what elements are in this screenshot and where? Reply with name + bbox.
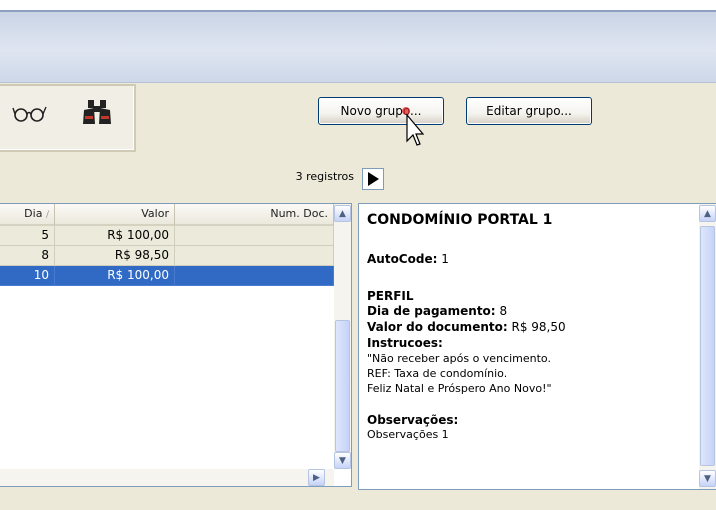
detail-vertical-scrollbar[interactable]: ▲ ▼ xyxy=(699,204,716,489)
table-row-selected[interactable]: 10 R$ 100,00 xyxy=(0,266,334,286)
instrucoes-label: Instrucoes: xyxy=(367,336,443,350)
scroll-up-button[interactable]: ▲ xyxy=(334,205,351,222)
dia-pagamento-line: Dia de pagamento: 8 xyxy=(367,304,507,318)
records-grid[interactable]: Dia ∕ Valor Num. Doc. 5 R$ 100,00 8 R$ 9… xyxy=(0,203,352,487)
cell-num-doc xyxy=(175,266,334,286)
sort-ascending-icon: ∕ xyxy=(45,210,49,220)
cell-dia: 5 xyxy=(0,226,55,246)
cell-dia: 10 xyxy=(0,266,55,286)
scroll-thumb[interactable] xyxy=(335,320,350,452)
dia-pagamento-label: Dia de pagamento: xyxy=(367,304,496,318)
column-header-num-doc[interactable]: Num. Doc. xyxy=(175,204,334,226)
instrucoes-line: "Não receber após o vencimento. xyxy=(367,352,551,365)
tool-panel xyxy=(0,84,136,152)
grid-horizontal-scrollbar[interactable]: ▶ xyxy=(0,469,334,486)
detail-title: CONDOMÍNIO PORTAL 1 xyxy=(367,212,553,228)
cell-num-doc xyxy=(175,226,334,246)
next-record-button[interactable] xyxy=(362,168,384,190)
editar-grupo-button[interactable]: Editar grupo... xyxy=(466,97,592,125)
table-row[interactable]: 8 R$ 98,50 xyxy=(0,246,334,266)
instrucoes-line: Feliz Natal e Próspero Ano Novo!" xyxy=(367,382,552,395)
valor-documento-label: Valor do documento: xyxy=(367,320,508,334)
autocode-label: AutoCode: xyxy=(367,252,438,266)
glasses-icon[interactable] xyxy=(12,102,48,131)
scroll-thumb[interactable] xyxy=(700,226,715,466)
mouse-cursor-icon xyxy=(402,103,425,152)
autocode-value: 1 xyxy=(441,252,449,266)
cell-num-doc xyxy=(175,246,334,266)
column-header-label: Dia xyxy=(24,207,43,220)
header-band xyxy=(0,10,716,83)
scroll-right-button[interactable]: ▶ xyxy=(308,469,325,486)
novo-grupo-button[interactable]: Novo grupo... xyxy=(318,97,444,125)
instrucoes-line: REF: Taxa de condomínio. xyxy=(367,367,508,380)
binoculars-icon[interactable] xyxy=(80,98,114,133)
valor-documento-value: R$ 98,50 xyxy=(511,320,566,334)
scroll-down-button[interactable]: ▼ xyxy=(334,452,351,469)
autocode-line: AutoCode: 1 xyxy=(367,252,449,266)
column-header-dia[interactable]: Dia ∕ xyxy=(0,204,55,226)
record-count: 3 registros xyxy=(295,170,354,183)
observacoes-label: Observações: xyxy=(367,413,459,427)
cell-dia: 8 xyxy=(0,246,55,266)
window-top-edge xyxy=(0,0,716,10)
perfil-heading: PERFIL xyxy=(367,289,414,303)
cell-valor: R$ 98,50 xyxy=(55,246,175,266)
detail-panel: CONDOMÍNIO PORTAL 1 AutoCode: 1 PERFIL D… xyxy=(358,203,716,490)
cell-valor: R$ 100,00 xyxy=(55,266,175,286)
observacoes-value: Observações 1 xyxy=(367,428,449,441)
scroll-down-button[interactable]: ▼ xyxy=(699,470,716,487)
cell-valor: R$ 100,00 xyxy=(55,226,175,246)
column-header-valor[interactable]: Valor xyxy=(55,204,175,226)
grid-vertical-scrollbar[interactable]: ▲ ▼ xyxy=(334,204,351,469)
dia-pagamento-value: 8 xyxy=(499,304,508,318)
valor-documento-line: Valor do documento: R$ 98,50 xyxy=(367,320,566,334)
play-icon xyxy=(367,172,379,186)
table-row[interactable]: 5 R$ 100,00 xyxy=(0,226,334,246)
scroll-up-button[interactable]: ▲ xyxy=(699,205,716,222)
